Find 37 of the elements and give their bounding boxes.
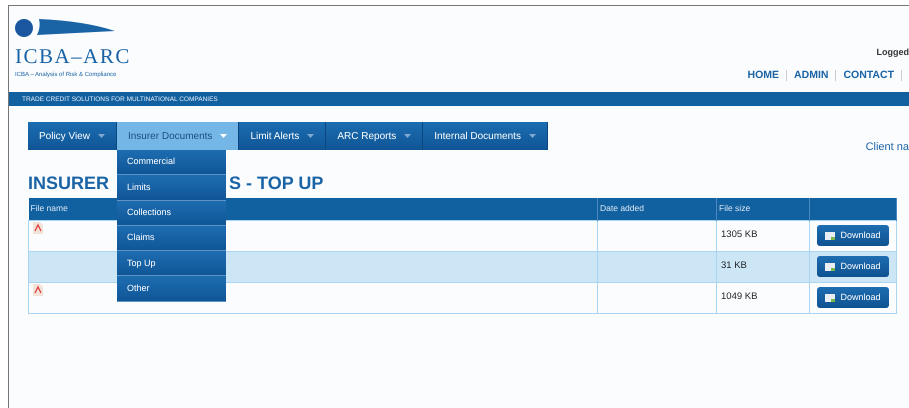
menu-tab[interactable]: Policy View — [28, 122, 117, 150]
file-size: 1305 KB — [721, 229, 758, 240]
download-button[interactable]: Download — [817, 286, 889, 308]
dropdown-item[interactable]: Collections — [117, 200, 226, 226]
login-status: Logged — [876, 46, 909, 59]
menu-tab[interactable]: ARC Reports — [326, 122, 424, 150]
menu-tab[interactable]: Insurer Documents — [116, 122, 240, 150]
page-heading: S - TOP UP — [229, 172, 324, 192]
caret-icon — [528, 134, 536, 138]
logo-text: ICBA–ARC — [15, 46, 131, 67]
file-size: 1049 KB — [721, 291, 758, 302]
caret-icon — [404, 134, 412, 138]
download-icon — [825, 262, 836, 270]
dropdown-item[interactable]: Claims — [117, 226, 226, 252]
page-heading: INSURER — [28, 172, 110, 192]
menu-tab[interactable]: Limit Alerts — [239, 122, 326, 150]
caret-icon — [307, 134, 314, 138]
nav-link[interactable]: ADMIN — [794, 68, 828, 84]
column-header: File name — [30, 203, 68, 214]
dropdown-item[interactable]: Top Up — [117, 251, 226, 276]
client-name: Client na — [866, 140, 909, 155]
logo-icon — [15, 16, 115, 39]
download-icon — [825, 294, 836, 302]
download-icon — [825, 232, 836, 240]
nav-link[interactable]: HOME — [748, 68, 780, 84]
download-button[interactable]: Download — [817, 256, 889, 278]
caret-icon — [220, 134, 228, 138]
dropdown-item[interactable]: Other — [117, 276, 226, 302]
column-header: File size — [719, 203, 750, 214]
dropdown-item[interactable]: Limits — [117, 175, 226, 201]
column-header: Date added — [600, 203, 644, 214]
dropdown-item[interactable]: Commercial — [117, 150, 226, 176]
file-size: 31 KB — [721, 260, 747, 272]
menu-tab[interactable]: Internal Documents — [423, 122, 548, 150]
nav-link[interactable]: CONTACT — [843, 68, 894, 84]
caret-icon — [98, 134, 105, 138]
download-button[interactable]: Download — [817, 224, 889, 246]
